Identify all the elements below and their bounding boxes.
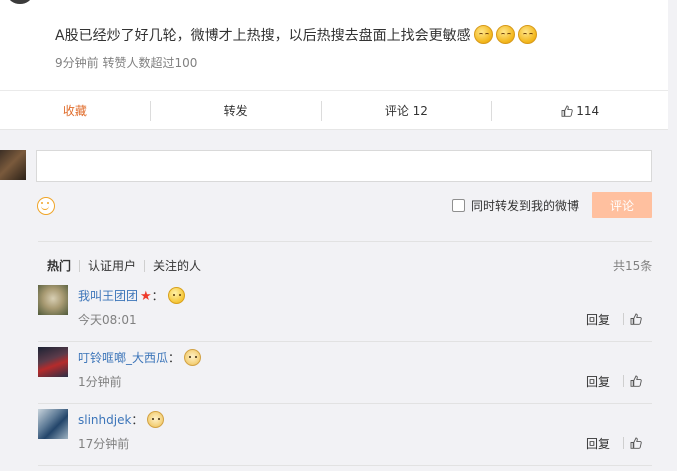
tab-hot[interactable]: 热门 (47, 257, 71, 274)
repost-label: 转发 (223, 104, 248, 118)
tab-following[interactable]: 关注的人 (153, 257, 201, 274)
comment-body: 我叫王团团 ★： (78, 287, 185, 304)
thumbs-up-icon[interactable] (630, 437, 642, 449)
post-meta: 9分钟前 转赞人数超过100 (55, 54, 197, 71)
doge-emoji-icon (183, 349, 201, 366)
comment-button[interactable]: 评论 12 (322, 91, 492, 130)
comment-total-count: 共15条 (613, 259, 653, 273)
post-action-bar: 收藏 转发 评论 12 114 (0, 90, 668, 130)
comment-time: 17分钟前 (78, 437, 130, 451)
post-author-avatar[interactable] (8, 0, 32, 4)
reply-button[interactable]: 回复 (586, 311, 610, 328)
reply-button[interactable]: 回复 (586, 435, 610, 452)
post-repost-note: 转赞人数超过100 (102, 56, 198, 70)
like-button[interactable]: 114 (492, 91, 668, 130)
comment-divider (38, 465, 652, 466)
comment-action-divider (623, 375, 624, 387)
comment-item: 叮铃哐啷_大西瓜： 1分钟前 回复 (38, 342, 652, 404)
post-card: A股已经炒了好几轮，微博才上热搜，以后热搜去盘面上找会更敏感 9分钟前 转赞人数… (0, 0, 668, 130)
comment-colon: ： (131, 413, 144, 427)
smile-emoji-icon (495, 25, 515, 44)
comment-action-divider (623, 313, 624, 325)
tab-divider (144, 259, 146, 272)
commenter-name[interactable]: slinhdjek (78, 413, 131, 427)
reply-button[interactable]: 回复 (586, 373, 610, 390)
comment-colon: ： (168, 351, 181, 365)
emoji-picker-icon[interactable] (37, 197, 55, 215)
post-text-content: A股已经炒了好几轮，微博才上热搜，以后热搜去盘面上找会更敏感 (55, 28, 471, 44)
favorite-button[interactable]: 收藏 (0, 91, 150, 130)
comment-input[interactable] (36, 150, 652, 182)
comment-item: slinhdjek： 17分钟前 回复 (38, 404, 652, 466)
commenter-avatar[interactable] (38, 409, 68, 439)
thumbs-up-icon[interactable] (630, 375, 642, 387)
comment-label: 评论 12 (384, 104, 428, 118)
thinking-emoji-icon (167, 287, 185, 304)
repost-button[interactable]: 转发 (151, 91, 321, 130)
star-badge-icon: ★ (140, 289, 152, 304)
tab-divider (79, 259, 81, 272)
submit-comment-button[interactable]: 评论 (592, 192, 652, 218)
smile-emoji-icon (473, 25, 493, 44)
comment-time: 今天08:01 (78, 313, 137, 327)
comment-action-divider (623, 437, 624, 449)
commenter-name[interactable]: 叮铃哐啷_大西瓜 (78, 351, 168, 365)
doge-emoji-icon (147, 411, 165, 428)
comment-section: 同时转发到我的微博 评论 热门 认证用户 关注的人 共15条 我叫王团团 ★： 今… (0, 130, 668, 471)
comment-item: 我叫王团团 ★： 今天08:01 回复 (38, 280, 652, 342)
commenter-name[interactable]: 我叫王团团 (78, 289, 138, 303)
thumbs-up-icon[interactable] (630, 313, 642, 325)
repost-checkbox-label[interactable]: 同时转发到我的微博 (471, 197, 579, 214)
like-count: 114 (576, 103, 600, 118)
post-text: A股已经炒了好几轮，微博才上热搜，以后热搜去盘面上找会更敏感 (55, 25, 537, 45)
favorite-label: 收藏 (62, 104, 87, 118)
comment-colon: ： (151, 289, 164, 303)
comment-time: 1分钟前 (78, 375, 122, 389)
smile-emoji-icon (517, 25, 537, 44)
comment-filter-tabs: 热门 认证用户 关注的人 (47, 257, 201, 274)
commenter-avatar[interactable] (38, 285, 68, 315)
repost-checkbox[interactable] (452, 199, 465, 212)
thumbs-up-icon (561, 105, 573, 117)
post-time: 9分钟前 (55, 56, 99, 70)
current-user-avatar (0, 150, 26, 180)
tab-verified-users[interactable]: 认证用户 (88, 257, 136, 274)
commenter-avatar[interactable] (38, 347, 68, 377)
comment-body: 叮铃哐啷_大西瓜： (78, 349, 201, 366)
comment-body: slinhdjek： (78, 411, 165, 428)
comment-list-divider (38, 241, 652, 242)
